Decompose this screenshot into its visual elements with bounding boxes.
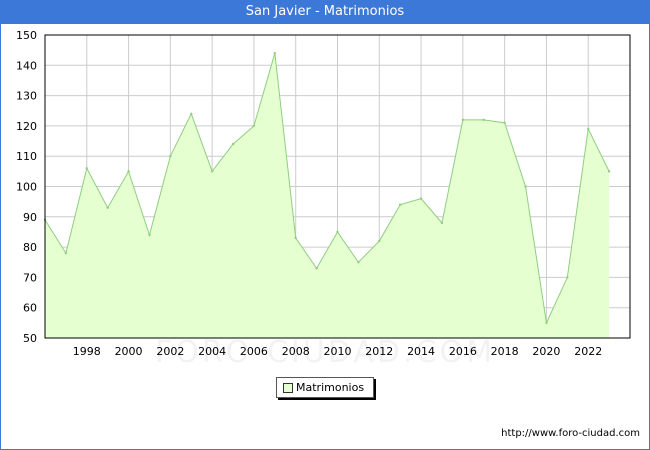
data-point-2010 — [336, 230, 339, 234]
legend-label: Matrimonios — [296, 381, 365, 394]
data-point-2005 — [231, 142, 235, 146]
data-point-2018 — [503, 121, 506, 125]
y-tick-label: 90 — [23, 211, 37, 224]
x-tick-label: 2010 — [324, 345, 352, 358]
y-tick-label: 80 — [23, 241, 37, 254]
data-point-2007 — [273, 51, 277, 55]
data-point-2001 — [148, 233, 151, 237]
data-point-2020 — [545, 321, 548, 325]
data-point-2008 — [294, 236, 297, 240]
data-point-2006 — [252, 124, 256, 128]
x-tick-label: 2016 — [449, 345, 477, 358]
data-point-2015 — [440, 221, 444, 225]
data-point-2004 — [210, 170, 214, 173]
x-tick-label: 2002 — [156, 345, 184, 358]
y-tick-label: 70 — [23, 271, 37, 284]
data-point-2011 — [357, 261, 360, 264]
data-point-2021 — [566, 276, 569, 279]
data-point-2023 — [607, 170, 611, 173]
data-point-2002 — [169, 155, 172, 158]
y-tick-label: 150 — [16, 29, 37, 42]
x-tick-label: 2012 — [365, 345, 393, 358]
data-point-2012 — [378, 239, 381, 243]
data-point-2000 — [127, 170, 130, 173]
x-tick-label: 2006 — [240, 345, 268, 358]
source-url[interactable]: http://www.foro-ciudad.com — [501, 428, 640, 439]
legend: Matrimonios — [276, 377, 374, 398]
data-point-2019 — [524, 185, 527, 188]
data-point-2013 — [398, 203, 402, 206]
y-tick-label: 50 — [23, 332, 37, 345]
x-tick-label: 1998 — [73, 345, 101, 358]
x-tick-label: 2008 — [282, 345, 310, 358]
y-tick-label: 130 — [16, 90, 37, 103]
x-tick-label: 2020 — [532, 345, 560, 358]
data-point-2014 — [419, 197, 423, 200]
x-tick-label: 2004 — [198, 345, 226, 358]
data-point-2003 — [190, 112, 193, 115]
data-point-2009 — [315, 267, 318, 270]
x-tick-label: 2022 — [574, 345, 602, 358]
x-tick-label: 2018 — [491, 345, 519, 358]
y-tick-label: 110 — [16, 150, 37, 163]
data-point-1997 — [64, 251, 68, 255]
y-tick-label: 120 — [16, 120, 37, 133]
data-point-2022 — [587, 127, 590, 131]
data-point-2016 — [461, 118, 465, 122]
legend-swatch — [283, 383, 293, 393]
y-tick-label: 100 — [16, 181, 37, 194]
y-tick-label: 140 — [16, 59, 37, 72]
data-point-2017 — [482, 118, 485, 122]
data-point-1998 — [85, 167, 88, 170]
y-tick-label: 60 — [23, 302, 37, 315]
x-tick-label: 2000 — [115, 345, 143, 358]
data-point-1999 — [106, 206, 109, 209]
x-tick-label: 2014 — [407, 345, 435, 358]
